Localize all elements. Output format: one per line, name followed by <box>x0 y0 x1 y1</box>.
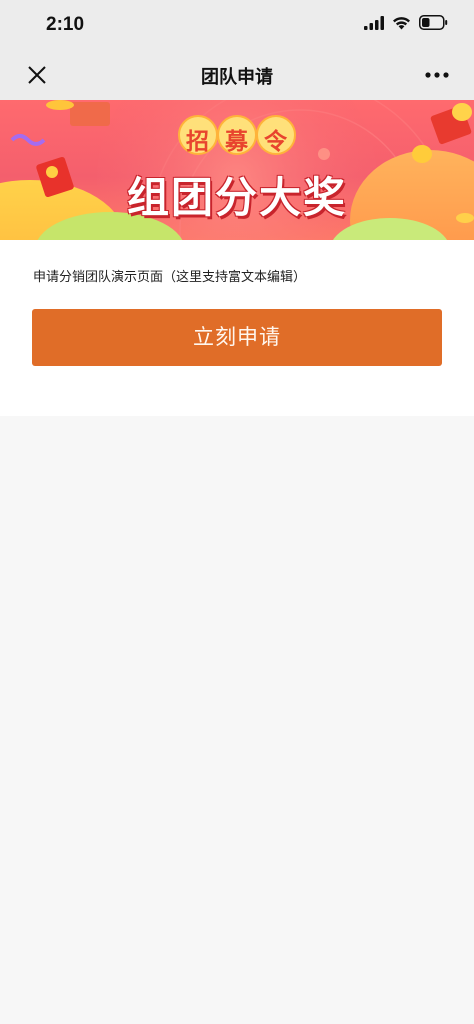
screen: 2:10 团队申请 招 募 令 组团分大奖 申请分销团队演示页面（这里支持富文本… <box>0 0 474 1024</box>
banner-top-char-3: 令 <box>264 129 287 155</box>
status-bar: 2:10 <box>0 0 474 50</box>
page-title: 团队申请 <box>201 67 273 88</box>
more-button[interactable] <box>422 62 452 88</box>
nav-bar: 团队申请 <box>0 50 474 100</box>
battery-icon <box>419 15 448 34</box>
more-icon <box>425 72 449 78</box>
content-card: 申请分销团队演示页面（这里支持富文本编辑） 立刻申请 <box>0 240 474 416</box>
status-icons <box>364 15 448 34</box>
banner-top-char-1: 招 <box>186 129 209 155</box>
page-description: 申请分销团队演示页面（这里支持富文本编辑） <box>33 270 307 285</box>
wifi-icon <box>392 15 411 34</box>
promo-banner: 招 募 令 组团分大奖 <box>0 100 474 240</box>
apply-now-button[interactable]: 立刻申请 <box>32 309 442 366</box>
signal-icon <box>364 15 384 34</box>
status-time: 2:10 <box>46 14 85 35</box>
banner-top-char-2: 募 <box>225 129 248 155</box>
banner-headline: 组团分大奖 <box>126 173 347 222</box>
